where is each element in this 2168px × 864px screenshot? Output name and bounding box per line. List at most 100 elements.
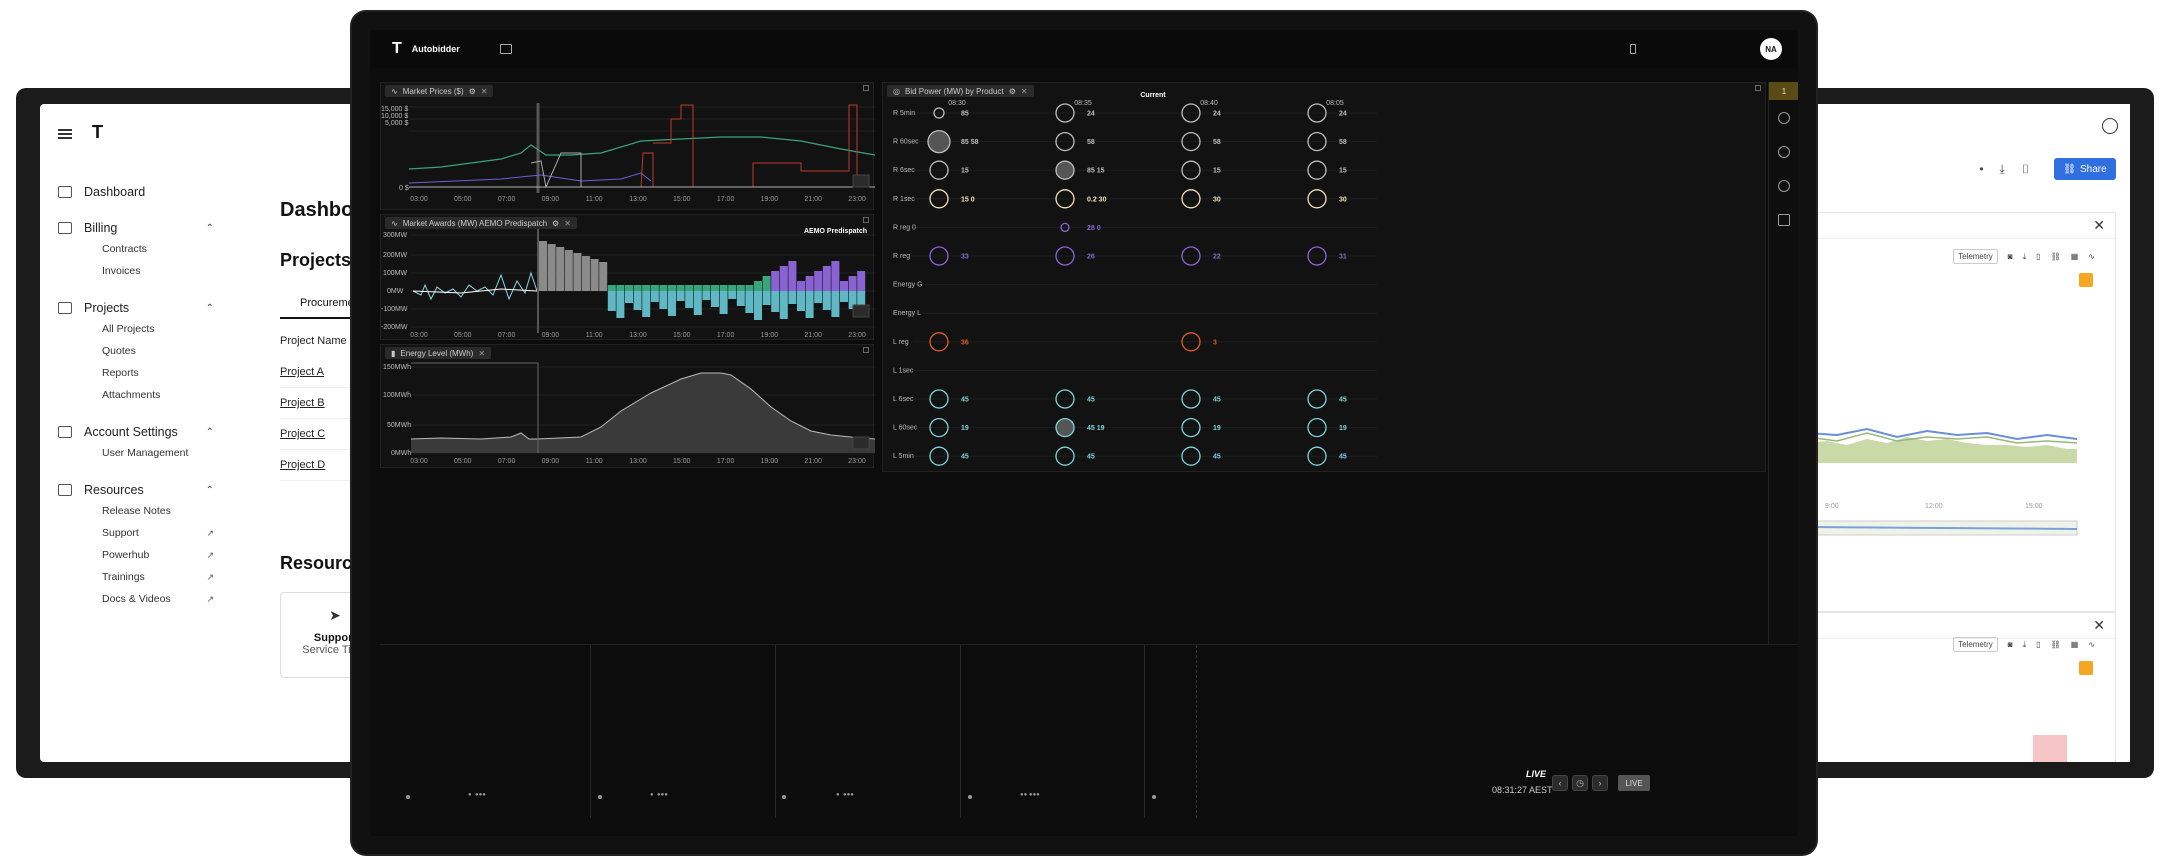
sidebar-toggle-icon[interactable] bbox=[499, 44, 512, 54]
timeline-marker[interactable] bbox=[598, 795, 602, 799]
sidebar-item-label: Projects bbox=[84, 301, 130, 315]
timeline-marker[interactable]: ● ●●● bbox=[468, 792, 486, 798]
telemetry-button[interactable]: Telemetry bbox=[1953, 637, 1998, 652]
timeline-marker[interactable] bbox=[1152, 795, 1156, 799]
timeline-marker[interactable]: ●● ●●● bbox=[1020, 792, 1040, 798]
bid-value: 24 bbox=[1213, 111, 1221, 118]
right-telemetry-chart: 9:00 12:00 15:00 bbox=[1807, 427, 2078, 536]
timeline-marker[interactable] bbox=[968, 795, 972, 799]
auto-icon[interactable]: ∿ bbox=[2088, 640, 2095, 649]
sidebar-subitem[interactable]: Invoices bbox=[58, 260, 250, 282]
sidebar-subitem[interactable]: Contracts bbox=[58, 238, 250, 260]
download-icon[interactable]: ⤓ bbox=[2023, 252, 2027, 262]
close-icon[interactable]: ✕ bbox=[2093, 617, 2105, 634]
sidebar-subitem-label: Trainings bbox=[102, 571, 145, 583]
table-icon[interactable]: ▦ bbox=[2071, 252, 2079, 261]
award-bar bbox=[779, 291, 788, 319]
alert-badge[interactable] bbox=[2079, 273, 2093, 287]
sidebar-item-account-settings[interactable]: Account Settings ⌃ bbox=[58, 422, 250, 442]
award-bar bbox=[745, 285, 754, 291]
bid-value: 19 bbox=[1213, 425, 1221, 432]
sidebar-subitem[interactable]: User Management bbox=[58, 442, 250, 464]
x-tick: 07:00 bbox=[498, 458, 516, 465]
award-bar bbox=[685, 285, 694, 291]
camera-icon[interactable]: ◙ bbox=[2008, 252, 2013, 261]
info-icon[interactable] bbox=[1778, 146, 1790, 158]
telemetry-button[interactable]: Telemetry bbox=[1953, 249, 1998, 264]
sidebar-subitem-label: User Management bbox=[102, 447, 189, 459]
timeline-marker[interactable] bbox=[406, 795, 410, 799]
sidebar-item-label: Account Settings bbox=[84, 425, 178, 439]
sidebar-subitem[interactable]: Release Notes bbox=[58, 500, 250, 522]
live-button[interactable]: LIVE bbox=[1618, 775, 1650, 791]
sidebar-subitem[interactable]: Attachments bbox=[58, 384, 250, 406]
sidebar-subitem[interactable]: Docs & Videos ↗ bbox=[58, 588, 250, 610]
nav-section-icon bbox=[58, 222, 72, 234]
sidebar-item-projects[interactable]: Projects ⌃ bbox=[58, 298, 250, 318]
strip-badge[interactable]: 1 bbox=[1769, 82, 1798, 100]
avatar[interactable]: NA bbox=[1760, 38, 1782, 60]
time-label: 08:35 bbox=[1074, 100, 1092, 107]
sidebar-subitem[interactable]: All Projects bbox=[58, 318, 250, 340]
sidebar-item-resources[interactable]: Resources ⌃ bbox=[58, 480, 250, 500]
bid-bubble[interactable] bbox=[927, 129, 951, 154]
sidebar-subitem[interactable]: Trainings ↗ bbox=[58, 566, 250, 588]
x-tick: 21:00 bbox=[804, 458, 822, 465]
history-icon[interactable] bbox=[1778, 112, 1790, 124]
table-icon[interactable]: ▦ bbox=[2071, 640, 2079, 649]
bid-value: 45 bbox=[1087, 454, 1095, 461]
right-panel-2: ✕ Telemetry ◙ ⤓ ▯ ⛓ ▦ ∿ bbox=[1806, 612, 2116, 762]
product-label: L 1sec bbox=[893, 367, 914, 374]
link-icon[interactable]: ⛓ bbox=[2051, 640, 2061, 649]
x-tick: 15:00 bbox=[673, 196, 691, 203]
award-bar bbox=[711, 285, 719, 291]
bookmark-icon[interactable]: ▯ bbox=[2021, 162, 2046, 176]
account-icon[interactable] bbox=[2102, 118, 2118, 134]
alert-badge[interactable] bbox=[2079, 661, 2093, 675]
sidebar-subitem[interactable]: Reports bbox=[58, 362, 250, 384]
timeline-divider bbox=[1196, 645, 1197, 818]
auto-icon[interactable]: ∿ bbox=[2088, 252, 2095, 261]
sidebar-subitem[interactable]: Support ↗ bbox=[58, 522, 250, 544]
download-icon[interactable]: ⤓ bbox=[2023, 640, 2027, 650]
clock-button[interactable]: ◷ bbox=[1572, 775, 1588, 791]
timeline-marker[interactable] bbox=[782, 795, 786, 799]
bookmark-icon[interactable]: ▯ bbox=[2036, 640, 2040, 649]
chevron-up-icon[interactable]: ⌃ bbox=[206, 303, 214, 314]
award-bar bbox=[771, 271, 780, 291]
sidebar-subitem[interactable]: Powerhub ↗ bbox=[58, 544, 250, 566]
sidebar-subitem-label: Attachments bbox=[102, 389, 161, 401]
share-button[interactable]: ⛓ Share bbox=[2054, 158, 2116, 180]
sidebar-item-billing[interactable]: Billing ⌃ bbox=[58, 218, 250, 238]
timeline-marker[interactable]: ● ●●● bbox=[650, 792, 668, 798]
product-label: R 6sec bbox=[893, 167, 915, 174]
chevron-up-icon[interactable]: ⌃ bbox=[206, 223, 214, 234]
bookmark-icon[interactable]: ▯ bbox=[2036, 252, 2040, 261]
nav-group: Resources ⌃ Release Notes Support ↗ Powerhub ↗… bbox=[58, 480, 250, 610]
time-label: 08:40 bbox=[1200, 100, 1218, 107]
menu-icon[interactable] bbox=[58, 129, 72, 139]
prev-button[interactable]: ‹ bbox=[1552, 775, 1568, 791]
sidebar-subitem[interactable]: Quotes bbox=[58, 340, 250, 362]
close-icon[interactable]: ✕ bbox=[2093, 217, 2105, 234]
sidebar-item-dashboard[interactable]: Dashboard bbox=[58, 182, 250, 202]
pin-icon[interactable] bbox=[1778, 180, 1790, 192]
bid-value: 15 bbox=[961, 168, 969, 175]
x-tick: 23:00 bbox=[848, 332, 866, 339]
link-icon[interactable]: ⛓ bbox=[2051, 252, 2061, 261]
award-bar bbox=[633, 285, 642, 291]
download-icon[interactable]: ⤓ bbox=[2000, 162, 2021, 176]
chevron-up-icon[interactable]: ⌃ bbox=[206, 485, 214, 496]
camera-icon[interactable] bbox=[1778, 214, 1790, 226]
chevron-up-icon[interactable]: ⌃ bbox=[206, 427, 214, 438]
award-bar bbox=[676, 285, 685, 291]
bid-bubble[interactable] bbox=[1055, 417, 1075, 438]
x-tick: 05:00 bbox=[454, 196, 472, 203]
bid-bubble[interactable] bbox=[1055, 160, 1075, 180]
product-label: R 60sec bbox=[893, 139, 919, 146]
bid-value: 36 bbox=[961, 339, 969, 346]
next-button[interactable]: › bbox=[1592, 775, 1608, 791]
award-bar bbox=[762, 291, 771, 305]
camera-icon[interactable]: ◙ bbox=[2008, 640, 2013, 649]
timeline-marker[interactable]: ● ●●● bbox=[836, 792, 854, 798]
